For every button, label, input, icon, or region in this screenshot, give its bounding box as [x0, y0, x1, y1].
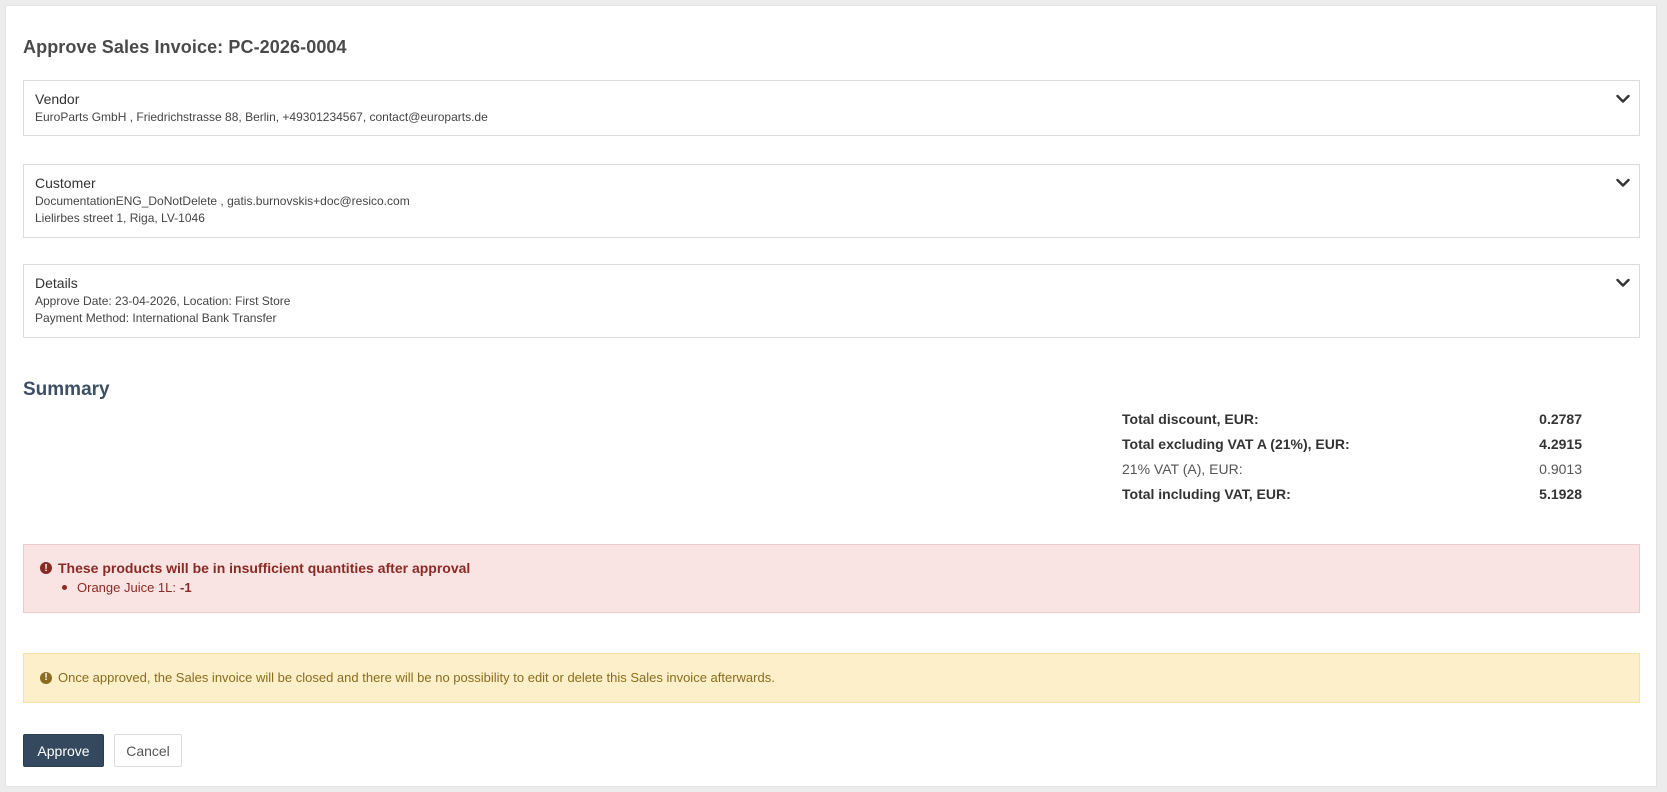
chevron-down-icon[interactable]	[1616, 94, 1630, 104]
customer-heading: Customer	[35, 175, 96, 191]
product-name: Orange Juice 1L:	[77, 580, 177, 595]
summary-row-total-discount: Total discount, EUR: 0.2787	[1122, 411, 1582, 431]
summary-label: Total discount, EUR:	[1122, 411, 1259, 427]
bullet-icon	[62, 585, 67, 590]
summary-row-total-incl-vat: Total including VAT, EUR: 5.1928	[1122, 486, 1582, 506]
summary-value: 5.1928	[1539, 486, 1582, 502]
details-payment-method: Payment Method: International Bank Trans…	[35, 311, 277, 325]
vendor-panel[interactable]: Vendor EuroParts GmbH , Friedrichstrasse…	[23, 80, 1640, 136]
chevron-down-icon[interactable]	[1616, 178, 1630, 188]
summary-row-vat: 21% VAT (A), EUR: 0.9013	[1122, 461, 1582, 481]
approve-button[interactable]: Approve	[23, 734, 104, 767]
details-panel[interactable]: Details Approve Date: 23-04-2026, Locati…	[23, 264, 1640, 338]
alert-heading: ! These products will be in insufficient…	[40, 560, 470, 576]
exclamation-circle-icon: !	[40, 671, 52, 684]
details-heading: Details	[35, 275, 78, 291]
chevron-down-icon[interactable]	[1616, 278, 1630, 288]
insufficient-quantity-alert: ! These products will be in insufficient…	[23, 544, 1640, 613]
summary-heading: Summary	[23, 379, 110, 400]
product-quantity: -1	[180, 580, 192, 595]
summary-value: 0.9013	[1539, 461, 1582, 477]
summary-label: Total excluding VAT A (21%), EUR:	[1122, 436, 1350, 452]
warning-message-text: Once approved, the Sales invoice will be…	[58, 670, 775, 685]
vendor-heading: Vendor	[35, 91, 80, 107]
alert-heading-text: These products will be in insufficient q…	[58, 560, 471, 576]
warning-message: ! Once approved, the Sales invoice will …	[40, 670, 775, 685]
summary-value: 0.2787	[1539, 411, 1582, 427]
summary-row-total-excl-vat: Total excluding VAT A (21%), EUR: 4.2915	[1122, 436, 1582, 456]
summary-label: 21% VAT (A), EUR:	[1122, 461, 1243, 477]
details-date-location: Approve Date: 23-04-2026, Location: Firs…	[35, 294, 291, 308]
customer-contact: DocumentationENG_DoNotDelete , gatis.bur…	[35, 194, 410, 208]
summary-label: Total including VAT, EUR:	[1122, 486, 1291, 502]
approval-warning-alert: ! Once approved, the Sales invoice will …	[23, 653, 1640, 703]
customer-panel[interactable]: Customer DocumentationENG_DoNotDelete , …	[23, 164, 1640, 238]
summary-value: 4.2915	[1539, 436, 1582, 452]
approve-invoice-page: Approve Sales Invoice: PC-2026-0004 Vend…	[5, 5, 1657, 787]
customer-address: Lielirbes street 1, Riga, LV-1046	[35, 211, 205, 225]
list-item: Orange Juice 1L: -1	[62, 580, 192, 595]
exclamation-circle-icon: !	[40, 562, 52, 574]
cancel-button[interactable]: Cancel	[114, 734, 182, 767]
page-title: Approve Sales Invoice: PC-2026-0004	[23, 37, 347, 57]
vendor-info: EuroParts GmbH , Friedrichstrasse 88, Be…	[35, 110, 488, 124]
